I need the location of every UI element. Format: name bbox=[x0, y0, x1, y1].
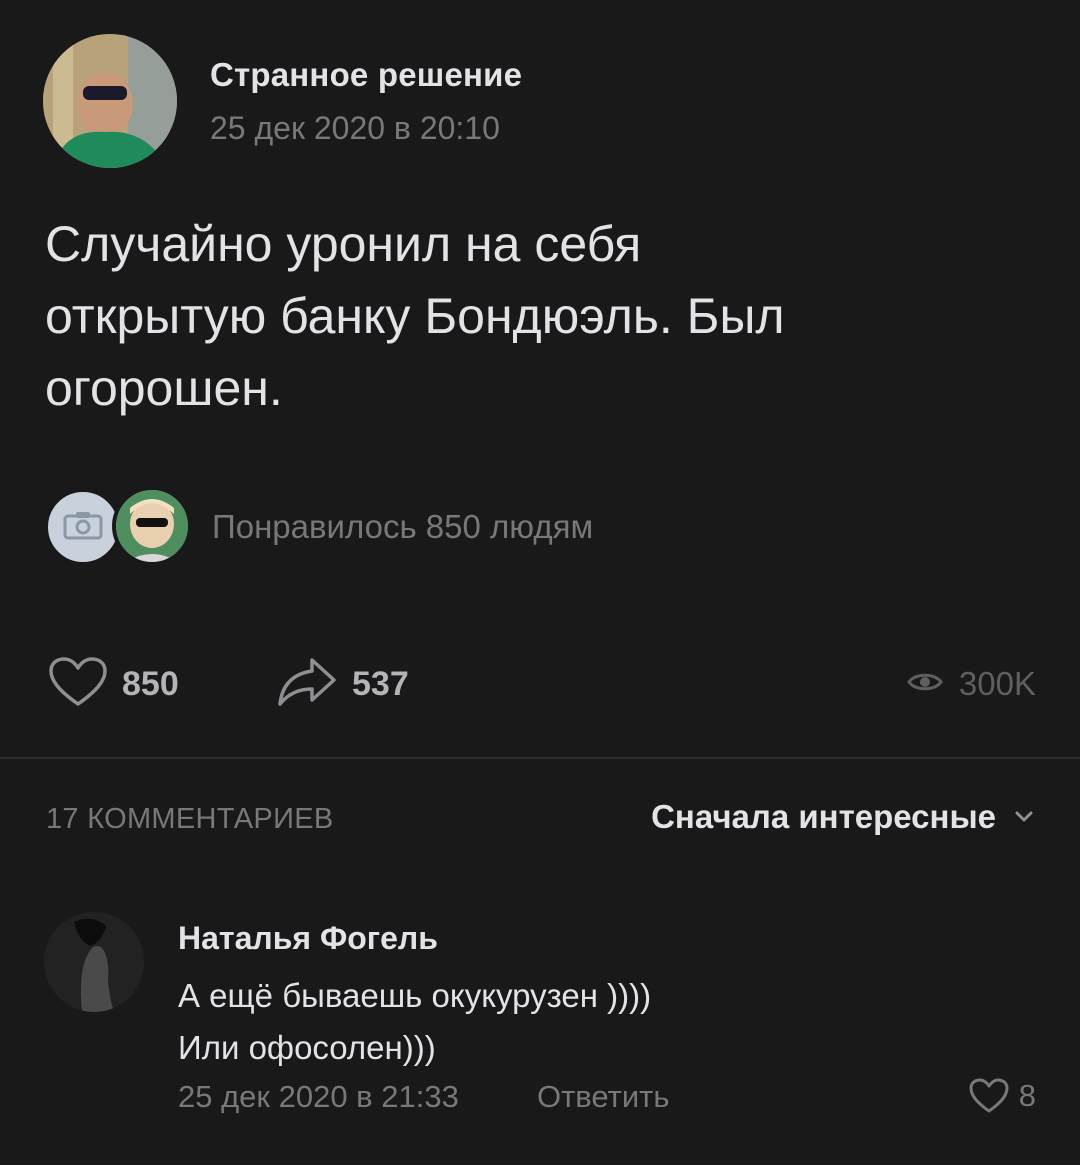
share-arrow-icon bbox=[276, 656, 338, 713]
views-count: 300K bbox=[958, 665, 1036, 702]
comment-text: А ещё бываешь окукурузен )))) Или офосол… bbox=[178, 977, 652, 1066]
like-button[interactable]: 850 bbox=[48, 656, 179, 713]
comment-author-avatar[interactable] bbox=[44, 912, 144, 1012]
comment-author-name[interactable]: Наталья Фогель bbox=[178, 920, 438, 957]
liker-avatar-placeholder[interactable] bbox=[44, 488, 122, 566]
author-avatar[interactable] bbox=[43, 34, 177, 168]
heart-outline-icon bbox=[48, 656, 108, 713]
post-author-name[interactable]: Странное решение bbox=[210, 56, 522, 94]
post-date: 25 дек 2020 в 20:10 bbox=[210, 110, 500, 146]
share-button[interactable]: 537 bbox=[276, 656, 409, 713]
share-count: 537 bbox=[352, 664, 409, 703]
heart-outline-icon bbox=[969, 1078, 1009, 1114]
liker-avatar[interactable] bbox=[112, 486, 192, 566]
like-count: 850 bbox=[122, 664, 179, 703]
comments-count: 17 КОММЕНТАРИЕВ bbox=[46, 803, 334, 835]
reply-button[interactable]: Ответить bbox=[537, 1079, 670, 1115]
camera-icon bbox=[63, 510, 103, 545]
views-counter: 300K bbox=[907, 658, 1036, 710]
divider bbox=[0, 757, 1080, 759]
comment-date: 25 дек 2020 в 21:33 bbox=[178, 1079, 459, 1114]
post-text: Случайно уронил на себя открытую банку Б… bbox=[45, 216, 785, 416]
eye-icon bbox=[907, 670, 943, 699]
liked-by-text[interactable]: Понравилось 850 людям bbox=[212, 508, 593, 546]
sort-label: Сначала интересные bbox=[651, 798, 996, 835]
comment-like-count: 8 bbox=[1018, 1078, 1036, 1113]
chevron-down-icon bbox=[1014, 810, 1034, 824]
comment-like-button[interactable]: 8 bbox=[969, 1078, 1036, 1114]
comments-sort-select[interactable]: Сначала интересные bbox=[651, 798, 1034, 836]
